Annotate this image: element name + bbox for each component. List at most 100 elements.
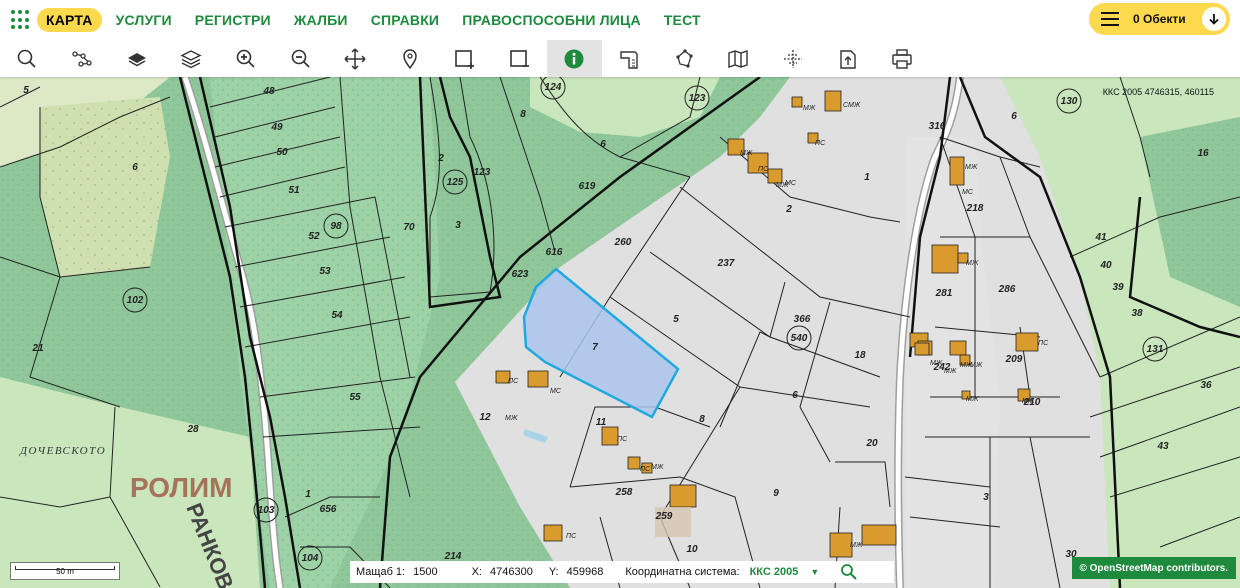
parcel-number: 218: [966, 203, 984, 214]
parcel-number: 36: [1200, 380, 1212, 391]
parcel-number: 103: [258, 505, 275, 516]
deselect-rectangle-tool[interactable]: [492, 40, 547, 77]
parcel-number: 5: [673, 314, 679, 325]
zoom-out-tool[interactable]: [273, 40, 328, 77]
measure-tool[interactable]: [602, 40, 657, 77]
layer-icon: [127, 52, 146, 66]
parcel-number: 2: [785, 204, 792, 215]
parcel-number: 6: [792, 390, 798, 401]
parcel-number: 53: [319, 266, 331, 277]
parcel-number: 41: [1094, 232, 1107, 243]
location-tool[interactable]: [383, 40, 438, 77]
parcel-number: 1: [305, 489, 311, 500]
parcel-number: 259: [655, 511, 673, 522]
building-tag: МЖ: [651, 464, 664, 471]
base-map-tool[interactable]: [711, 40, 766, 77]
parcel-number: 8: [520, 109, 526, 120]
parcel-number: 1: [864, 172, 870, 183]
layer-tool[interactable]: [109, 40, 164, 77]
polygon-tool[interactable]: [656, 40, 711, 77]
map-labels: 5 484950515253545562128165621470 328661961…: [19, 82, 1212, 588]
building-tag: МЖ: [505, 415, 518, 422]
nav-item-test[interactable]: ТЕСТ: [664, 12, 701, 28]
arrow-down-icon[interactable]: [1202, 7, 1226, 31]
parcel-number: 54: [331, 310, 343, 321]
search-icon: [841, 564, 857, 580]
nav-item-registers[interactable]: РЕГИСТРИ: [195, 12, 271, 28]
crs-select[interactable]: ККС 2005: [750, 566, 799, 578]
parcel-number: 43: [1156, 441, 1169, 452]
select-rectangle-icon: [455, 49, 474, 69]
map-canvas[interactable]: 5 48 49 50 51 52 53 54 55 6 21 28 1 656 214 70 3 2 8 6 619 61…: [0, 77, 1240, 588]
search-icon: [18, 49, 36, 68]
attribution[interactable]: © OpenStreetMap contributors.: [1071, 557, 1236, 579]
parcel-number: 123: [474, 167, 491, 178]
parcel-number: 2: [437, 153, 444, 164]
parcel-number: 38: [1131, 308, 1143, 319]
scale-bar: 50 m: [10, 562, 120, 580]
search-tool[interactable]: [0, 40, 55, 77]
info-tool[interactable]: [546, 40, 602, 77]
parcel-number: 49: [270, 122, 283, 133]
building-tag: МС: [785, 180, 797, 187]
status-bar: Мащаб 1: 1500 X: 4746300 Y: 459968 Координа…: [350, 561, 894, 583]
select-rectangle-tool[interactable]: [438, 40, 493, 77]
nav-item-map[interactable]: КАРТА: [37, 8, 102, 32]
parcel-number: 623: [512, 269, 529, 280]
objects-button[interactable]: 0 Обекти: [1089, 3, 1230, 35]
zoom-out-icon: [291, 49, 310, 68]
building-tag: ПС: [758, 166, 769, 173]
nav-item-licensed-persons[interactable]: ПРАВОСПОСОБНИ ЛИЦА: [462, 12, 641, 28]
zoom-in-icon: [236, 49, 255, 68]
nav-item-complaints[interactable]: ЖАЛБИ: [294, 12, 348, 28]
parcel-number: 540: [791, 333, 808, 344]
parcel-number: 131: [1147, 344, 1164, 355]
nav-item-references[interactable]: СПРАВКИ: [371, 12, 440, 28]
route-icon: [72, 50, 92, 67]
building-tag: МЖ: [803, 105, 816, 112]
deselect-rectangle-icon: [509, 49, 529, 67]
parcel-number: 11: [596, 417, 607, 428]
print-tool[interactable]: [875, 40, 930, 77]
parcel-number: 3: [983, 492, 989, 503]
parcel-number: 20: [865, 438, 878, 449]
scale-value: 1500: [413, 566, 438, 578]
crs-label: Координатна система:: [625, 566, 740, 578]
parcel-number: 616: [546, 247, 563, 258]
scale-label: Мащаб 1:: [356, 566, 406, 578]
layers-tool[interactable]: [164, 40, 219, 77]
chevron-down-icon[interactable]: ▼: [810, 567, 819, 577]
pan-tool[interactable]: [328, 40, 383, 77]
crs-search-button[interactable]: [839, 562, 859, 582]
parcel-number: 6: [132, 162, 138, 173]
nav-item-services[interactable]: УСЛУГИ: [116, 12, 172, 28]
parcel-number: 52: [308, 231, 320, 242]
building-tag: МЖ: [965, 164, 978, 171]
parcel-number: 16: [1197, 148, 1209, 159]
building-tag: МЖ: [944, 368, 957, 375]
grid-tool[interactable]: [766, 40, 821, 77]
parcel-number: 656: [320, 504, 337, 515]
building-tag: МЖ: [850, 542, 863, 549]
export-tool[interactable]: [820, 40, 875, 77]
route-tool[interactable]: [55, 40, 110, 77]
parcel-number: 10: [686, 544, 698, 555]
parcel-number: 12: [479, 412, 491, 423]
apps-grid-icon[interactable]: [11, 10, 31, 30]
zoom-in-tool[interactable]: [219, 40, 274, 77]
parcel-number: 366: [794, 314, 811, 325]
parcel-number: 6: [600, 139, 606, 150]
info-icon: [564, 49, 584, 68]
parcel-number: 123: [689, 93, 706, 104]
building-tag: ПС: [617, 436, 628, 443]
locality-label: ДОЧЕВСКОТО: [19, 445, 106, 457]
building-tag: МЖ: [966, 260, 979, 267]
building-tag: ПС: [640, 466, 651, 473]
street-label: РАНКОВ: [181, 500, 238, 588]
parcel-number: 104: [302, 553, 319, 564]
main-nav: КАРТА УСЛУГИ РЕГИСТРИ ЖАЛБИ СПРАВКИ ПРАВ…: [37, 8, 724, 32]
parcel-number: 28: [186, 424, 199, 435]
polygon-icon: [675, 48, 693, 68]
pan-icon: [344, 47, 366, 70]
parcel-number: 124: [545, 82, 562, 93]
